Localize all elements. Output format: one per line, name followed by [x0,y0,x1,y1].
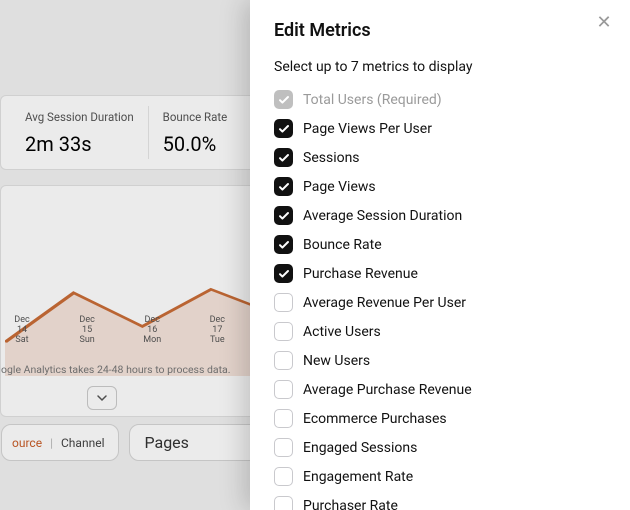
metric-row[interactable]: Bounce Rate [274,230,606,259]
metric-row[interactable]: Purchase Revenue [274,259,606,288]
close-button[interactable]: ✕ [592,10,616,34]
checkbox-checked-icon[interactable] [274,235,293,254]
stat-value: 2m 33s [25,132,134,156]
stat-label: Avg Session Duration [25,110,134,124]
x-tick-label: Dec14Sat [7,316,37,346]
metric-label: Page Views [303,179,376,195]
checkbox-unchecked-icon[interactable] [274,380,293,399]
checkbox-unchecked-icon[interactable] [274,293,293,312]
metric-row[interactable]: Engagement Rate [274,462,606,491]
checkbox-checked-icon[interactable] [274,264,293,283]
metric-label: Average Revenue Per User [303,295,466,311]
metric-row[interactable]: New Users [274,346,606,375]
metric-row[interactable]: Page Views [274,172,606,201]
modal-subtitle: Select up to 7 metrics to display [274,59,606,75]
stat-avg-session-duration[interactable]: Avg Session Duration 2m 33s [11,106,149,159]
metric-row[interactable]: Average Purchase Revenue [274,375,606,404]
metric-row[interactable]: Page Views Per User [274,114,606,143]
x-tick-label: Dec17Tue [202,316,232,346]
checkbox-checked-icon[interactable] [274,206,293,225]
metric-row: Total Users (Required) [274,85,606,114]
analytics-footnote: ogle Analytics takes 24-48 hours to proc… [1,363,231,376]
metric-row[interactable]: Average Revenue Per User [274,288,606,317]
metric-label: Engaged Sessions [303,440,417,456]
metric-label: Sessions [303,150,360,166]
checkbox-unchecked-icon[interactable] [274,409,293,428]
edit-metrics-panel: ✕ Edit Metrics Select up to 7 metrics to… [250,0,630,510]
metric-row[interactable]: Active Users [274,317,606,346]
expand-button[interactable] [87,386,117,410]
metric-label: Ecommerce Purchases [303,411,447,427]
metric-list: Total Users (Required) Page Views Per Use… [274,85,606,510]
stat-label: Bounce Rate [163,110,244,124]
metric-label: Total Users (Required) [303,92,442,108]
metric-row[interactable]: Engaged Sessions [274,433,606,462]
x-tick-label: Dec15Sun [72,316,102,346]
metric-label: Purchaser Rate [303,498,398,510]
metric-label: New Users [303,353,370,369]
tab-part-source: ource [12,436,42,450]
tab-part-channel: Channel [61,436,104,450]
checkbox-disabled-icon [274,90,293,109]
checkbox-unchecked-icon[interactable] [274,438,293,457]
checkbox-checked-icon[interactable] [274,177,293,196]
checkbox-unchecked-icon[interactable] [274,351,293,370]
modal-title: Edit Metrics [274,20,606,41]
checkbox-checked-icon[interactable] [274,148,293,167]
close-icon: ✕ [596,12,611,33]
metric-label: Purchase Revenue [303,266,418,282]
metric-label: Engagement Rate [303,469,413,485]
chevron-down-icon [96,389,108,408]
metric-label: Average Purchase Revenue [303,382,472,398]
stat-value: 50.0% [163,132,244,156]
metric-label: Average Session Duration [303,208,462,224]
metric-label: Active Users [303,324,381,340]
x-tick-label: Dec16Mon [137,316,167,346]
checkbox-unchecked-icon[interactable] [274,322,293,341]
tab-source-channel[interactable]: ource | Channel [1,424,119,461]
metric-label: Bounce Rate [303,237,382,253]
metric-row[interactable]: Average Session Duration [274,201,606,230]
stat-bounce-rate[interactable]: Bounce Rate 50.0% [149,106,259,159]
checkbox-checked-icon[interactable] [274,119,293,138]
metric-row[interactable]: Ecommerce Purchases [274,404,606,433]
checkbox-unchecked-icon[interactable] [274,467,293,486]
checkbox-unchecked-icon[interactable] [274,496,293,510]
metric-label: Page Views Per User [303,121,432,137]
metric-row[interactable]: Purchaser Rate [274,491,606,510]
metric-row[interactable]: Sessions [274,143,606,172]
